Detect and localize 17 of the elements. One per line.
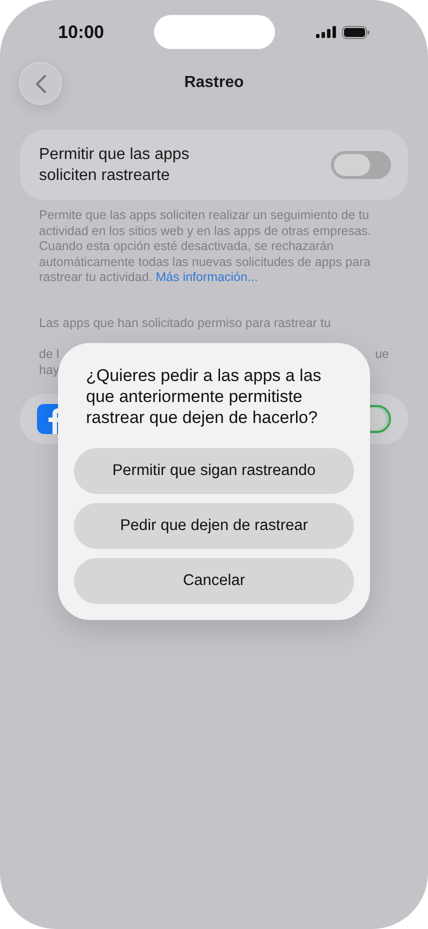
dialog-button[interactable]: Permitir que sigan rastreando <box>74 448 354 494</box>
back-chevron-icon <box>34 74 46 94</box>
page-title: Rastreo <box>184 73 244 93</box>
setting-label: Permitir que las apps soliciten rastrearte <box>39 145 190 186</box>
description-text: Permite que las apps soliciten realizar un seguimiento de tu actividad en los sitios web y en las apps de otras empresas. Cuando esta opción esté desactivada, se rechazarán automáticamente todas las nuevas solicitudes de apps para rastrear tu actividad. Más información... <box>39 208 372 286</box>
battery-icon <box>342 26 370 38</box>
apps-note-text: hay <box>39 362 60 378</box>
dialog-message: ¿Quieres pedir a las apps a las que anteriormente permitiste rastrear que dejen de hacerlo? <box>85 365 322 428</box>
toggle-switch[interactable] <box>331 151 391 179</box>
status-time: 10:00 <box>58 20 106 44</box>
signal-icon <box>316 26 336 38</box>
dialog-button[interactable]: Pedir que dejen de rastrear <box>74 503 354 549</box>
dialog-button[interactable]: Cancelar <box>74 558 354 604</box>
apps-note-text: Las apps que han solicitado permiso para rastrear tu <box>39 316 332 332</box>
apps-note-text: de l <box>39 347 60 363</box>
back-button[interactable] <box>19 62 62 105</box>
apps-note-text: ue <box>375 347 389 363</box>
